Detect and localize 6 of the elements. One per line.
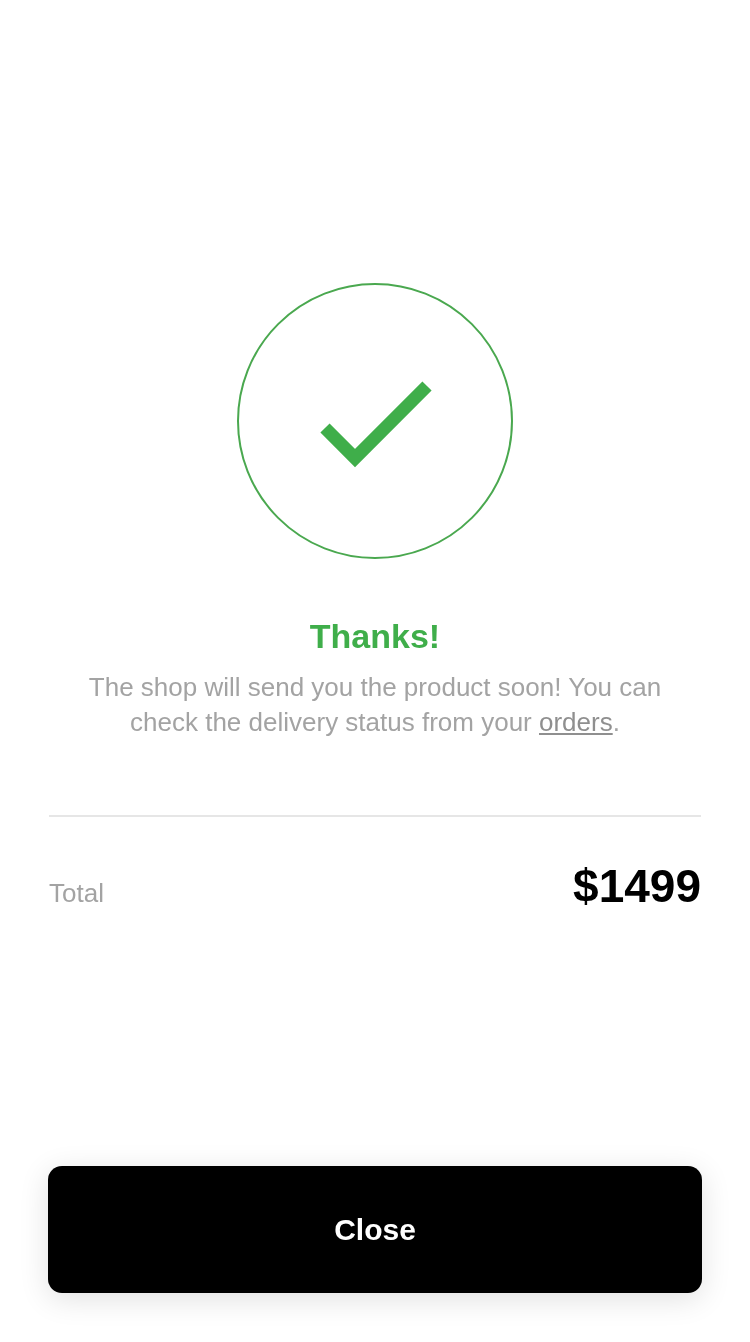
thanks-title: Thanks! [309,616,441,656]
total-label: Total [49,877,104,910]
close-button[interactable]: Close [48,1166,702,1293]
total-amount: $1499 [573,859,701,913]
success-check-icon [236,282,514,560]
confirmation-message: The shop will send you the product soon! You can check the delivery status from your orders. [87,671,663,739]
